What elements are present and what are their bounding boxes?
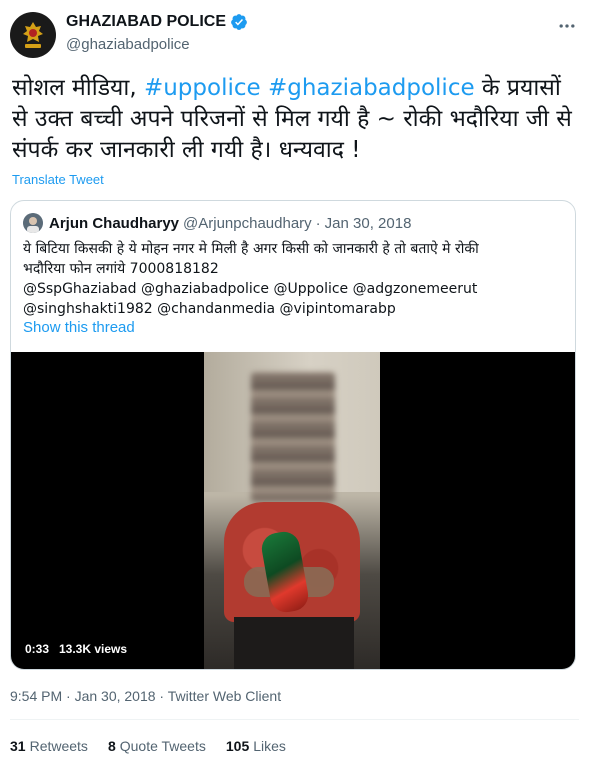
- quoted-date: Jan 30, 2018: [324, 214, 412, 232]
- author-name[interactable]: GHAZIABAD POLICE: [66, 13, 226, 31]
- quote-tweets-stat[interactable]: 8 Quote Tweets: [108, 738, 206, 754]
- retweets-count: 31: [10, 738, 26, 754]
- tweet-text: सोशल मीडिया, #uppolice #ghaziabadpolice …: [12, 73, 577, 166]
- tweet-timestamp[interactable]: 9:54 PM · Jan 30, 2018: [10, 688, 156, 704]
- more-icon[interactable]: [555, 14, 579, 38]
- tweet-stats: 31 Retweets 8 Quote Tweets 105 Likes: [10, 738, 306, 754]
- likes-stat[interactable]: 105 Likes: [226, 738, 286, 754]
- quoted-text-line: ये बिटिया किसकी हे ये मोहन नगर मे मिली ह…: [23, 241, 479, 257]
- quoted-author-avatar: [23, 213, 43, 233]
- hashtag-link[interactable]: #ghaziabadpolice: [268, 75, 475, 101]
- video-player[interactable]: 0:33 13.3K views: [11, 352, 575, 669]
- tweet-text-part: सोशल मीडिया,: [12, 75, 144, 101]
- quote-tweets-label: Quote Tweets: [119, 738, 206, 754]
- divider: [10, 719, 579, 720]
- quoted-text-line: भदौरिया फोन लगांये 7000818182: [23, 261, 219, 277]
- retweets-label: Retweets: [29, 738, 88, 754]
- show-thread-link[interactable]: Show this thread: [23, 319, 135, 336]
- meta-separator: ·: [155, 688, 168, 704]
- quote-tweets-count: 8: [107, 738, 116, 754]
- retweets-stat[interactable]: 31 Retweets: [10, 738, 88, 754]
- blurred-face: [251, 372, 335, 502]
- tweet-source[interactable]: Twitter Web Client: [168, 688, 281, 704]
- quoted-tweet[interactable]: Arjun Chaudharyy @Arjunpchaudhary · Jan …: [10, 200, 576, 670]
- author-handle[interactable]: @ghaziabadpolice: [66, 36, 190, 53]
- quoted-tweet-text: ये बिटिया किसकी हे ये मोहन नगर मे मिली ह…: [23, 239, 563, 319]
- likes-count: 105: [225, 738, 250, 754]
- separator-dot: ·: [315, 214, 321, 232]
- author-avatar[interactable]: [10, 12, 56, 58]
- tweet-header: GHAZIABAD POLICE @ghaziabadpolice: [8, 8, 583, 60]
- video-duration: 0:33: [25, 642, 50, 656]
- video-views: 13.3K views: [59, 642, 128, 656]
- quoted-author-name: Arjun Chaudharyy: [49, 214, 180, 232]
- translate-tweet-link[interactable]: Translate Tweet: [12, 172, 104, 187]
- quoted-mentions-line: @singhshakti1982 @chandanmedia @vipintom…: [23, 301, 396, 317]
- tweet-text-part: [261, 75, 268, 101]
- quoted-tweet-header: Arjun Chaudharyy @Arjunpchaudhary · Jan …: [23, 213, 411, 233]
- likes-label: Likes: [253, 738, 286, 754]
- tweet-meta: 9:54 PM · Jan 30, 2018 · Twitter Web Cli…: [10, 688, 281, 704]
- quoted-author-handle: @Arjunpchaudhary: [183, 214, 312, 232]
- video-frame: [204, 352, 380, 669]
- verified-badge-icon: [231, 14, 247, 30]
- author-name-row: GHAZIABAD POLICE: [66, 13, 248, 31]
- quoted-mentions-line: @SspGhaziabad @ghaziabadpolice @Uppolice…: [23, 281, 478, 297]
- child-legs: [234, 617, 354, 669]
- hashtag-link[interactable]: #uppolice: [144, 75, 261, 101]
- police-emblem-icon: [15, 17, 51, 53]
